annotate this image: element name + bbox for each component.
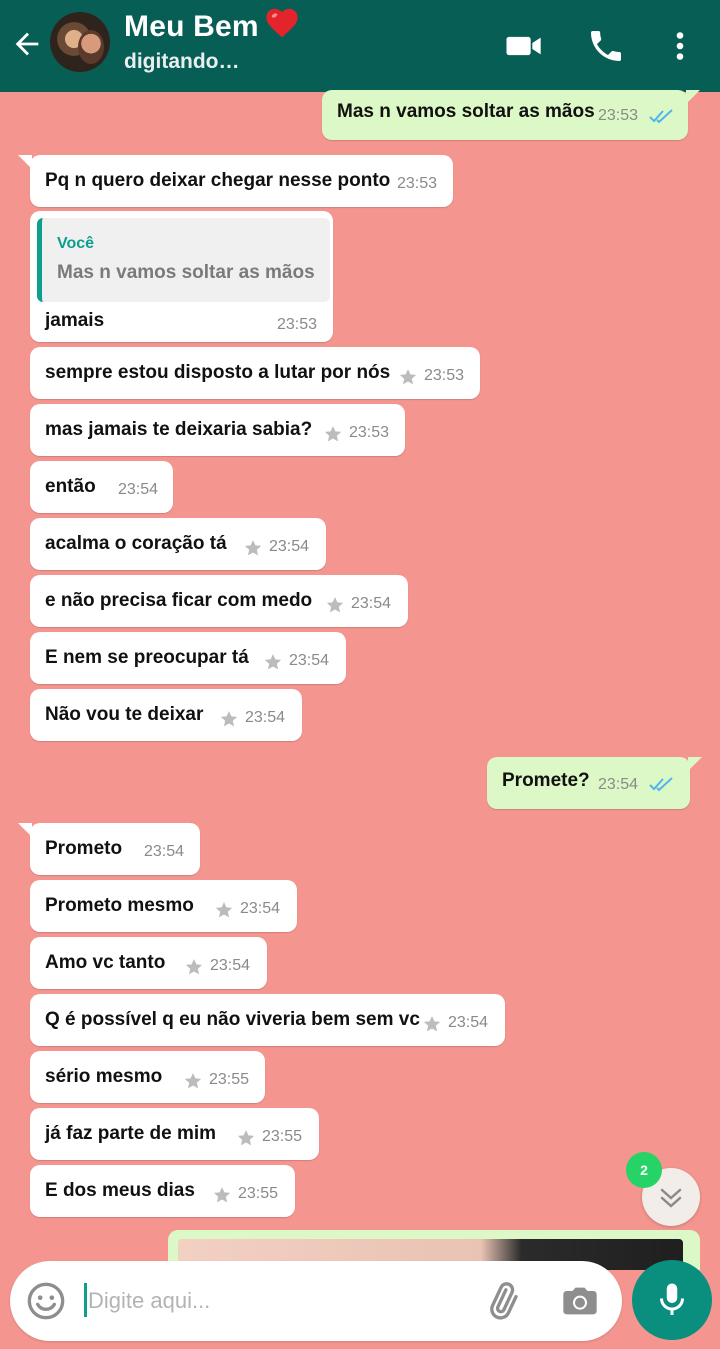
star-icon	[423, 1016, 441, 1032]
message-text: Prometo mesmo	[45, 895, 194, 916]
microphone-icon	[660, 1283, 684, 1315]
back-arrow-icon[interactable]	[10, 27, 44, 61]
message-text: Pq n quero deixar chegar nesse ponto	[45, 170, 391, 191]
star-icon	[220, 711, 238, 727]
message-time: 23:53	[349, 424, 390, 441]
message-time: 23:55	[262, 1128, 303, 1145]
chat-header: Meu Bem digitando…	[0, 0, 720, 92]
contact-name[interactable]: Meu Bem	[124, 8, 299, 44]
quoted-author: Você	[57, 235, 95, 252]
message-text: E nem se preocupar tá	[45, 647, 249, 668]
star-icon	[244, 540, 262, 556]
unread-count-badge: 2	[626, 1152, 662, 1188]
message-composer	[10, 1261, 622, 1341]
message-text: mas jamais te deixaria sabia?	[45, 419, 313, 440]
message-bubble-incoming[interactable]: Prometo 23:54	[18, 823, 200, 875]
star-icon	[213, 1187, 231, 1203]
message-text: acalma o coração tá	[45, 533, 227, 554]
message-bubble-incoming[interactable]: sério mesmo 23:55	[30, 1051, 265, 1103]
message-bubble-incoming[interactable]: mas jamais te deixaria sabia? 23:53	[30, 404, 405, 456]
message-time: 23:54	[118, 481, 159, 498]
message-text: sempre estou disposto a lutar por nós	[45, 362, 391, 383]
message-bubble-incoming[interactable]: Não vou te deixar 23:54	[30, 689, 302, 741]
message-text: então	[45, 476, 96, 497]
message-text: já faz parte de mim	[45, 1123, 217, 1144]
message-time: 23:54	[448, 1014, 489, 1031]
double-check-icon	[649, 777, 673, 792]
typing-status: digitando…	[124, 50, 240, 73]
message-time: 23:55	[209, 1071, 250, 1088]
star-icon	[324, 426, 342, 442]
message-input[interactable]	[86, 1277, 470, 1325]
star-icon	[185, 959, 203, 975]
contact-name-text: Meu Bem	[124, 10, 259, 43]
double-check-icon	[649, 109, 673, 124]
message-bubble-outgoing[interactable]: Promete? 23:54	[487, 757, 702, 809]
star-icon	[264, 654, 282, 670]
star-icon	[237, 1130, 255, 1146]
message-bubble-incoming[interactable]: Pq n quero deixar chegar nesse ponto 23:…	[18, 155, 453, 207]
attach-clip-icon[interactable]	[482, 1281, 522, 1321]
message-bubble-incoming[interactable]: sempre estou disposto a lutar por nós 23…	[30, 347, 480, 399]
video-call-icon[interactable]	[504, 26, 544, 66]
message-time: 23:54	[269, 538, 310, 555]
message-bubble-incoming[interactable]: e não precisa ficar com medo 23:54	[30, 575, 408, 627]
message-text: Prometo	[45, 838, 123, 859]
message-bubble-incoming[interactable]: então 23:54	[30, 461, 173, 513]
message-text: jamais	[45, 310, 105, 331]
message-text: E dos meus dias	[45, 1180, 195, 1201]
message-time: 23:53	[397, 175, 438, 192]
message-text: e não precisa ficar com medo	[45, 590, 313, 611]
camera-icon[interactable]	[560, 1281, 600, 1321]
message-time: 23:53	[598, 107, 639, 124]
quoted-message[interactable]: Você Mas n vamos soltar as mãos	[37, 218, 330, 302]
message-bubble-incoming-reply[interactable]: Você Mas n vamos soltar as mãos jamais 2…	[30, 211, 333, 342]
heart-emoji-icon	[266, 8, 298, 38]
message-time: 23:54	[240, 900, 281, 917]
message-time: 23:54	[289, 652, 330, 669]
message-text: Promete?	[502, 770, 590, 791]
message-bubble-incoming[interactable]: Q é possível q eu não viveria bem sem vc…	[30, 994, 505, 1046]
quoted-text: Mas n vamos soltar as mãos	[57, 262, 315, 283]
message-time: 23:55	[238, 1185, 279, 1202]
message-time: 23:54	[210, 957, 251, 974]
message-bubble-incoming[interactable]: Amo vc tanto 23:54	[30, 937, 267, 989]
message-time: 23:53	[424, 367, 465, 384]
message-text: Amo vc tanto	[45, 952, 166, 973]
message-text: Q é possível q eu não viveria bem sem vc	[45, 1009, 420, 1030]
message-time: 23:54	[598, 776, 639, 793]
star-icon	[215, 902, 233, 918]
more-vert-icon[interactable]	[662, 26, 698, 66]
message-text: Não vou te deixar	[45, 704, 204, 725]
message-bubble-incoming[interactable]: Prometo mesmo 23:54	[30, 880, 297, 932]
message-bubble-outgoing[interactable]: Mas n vamos soltar as mãos 23:53	[322, 90, 700, 140]
message-bubble-incoming[interactable]: E dos meus dias 23:55	[30, 1165, 295, 1217]
message-text: Mas n vamos soltar as mãos	[337, 101, 595, 122]
message-time: 23:54	[351, 595, 392, 612]
star-icon	[184, 1073, 202, 1089]
message-time: 23:53	[277, 316, 318, 333]
phone-icon[interactable]	[586, 26, 626, 66]
microphone-button[interactable]	[632, 1260, 712, 1340]
star-icon	[399, 369, 417, 385]
avatar[interactable]	[50, 12, 110, 72]
message-time: 23:54	[144, 843, 185, 860]
emoji-icon[interactable]	[26, 1281, 66, 1321]
star-icon	[326, 597, 344, 613]
message-bubble-incoming[interactable]: E nem se preocupar tá 23:54	[30, 632, 346, 684]
message-bubble-incoming[interactable]: acalma o coração tá 23:54	[30, 518, 326, 570]
message-time: 23:54	[245, 709, 286, 726]
message-text: sério mesmo	[45, 1066, 163, 1087]
message-bubble-incoming[interactable]: já faz parte de mim 23:55	[30, 1108, 319, 1160]
